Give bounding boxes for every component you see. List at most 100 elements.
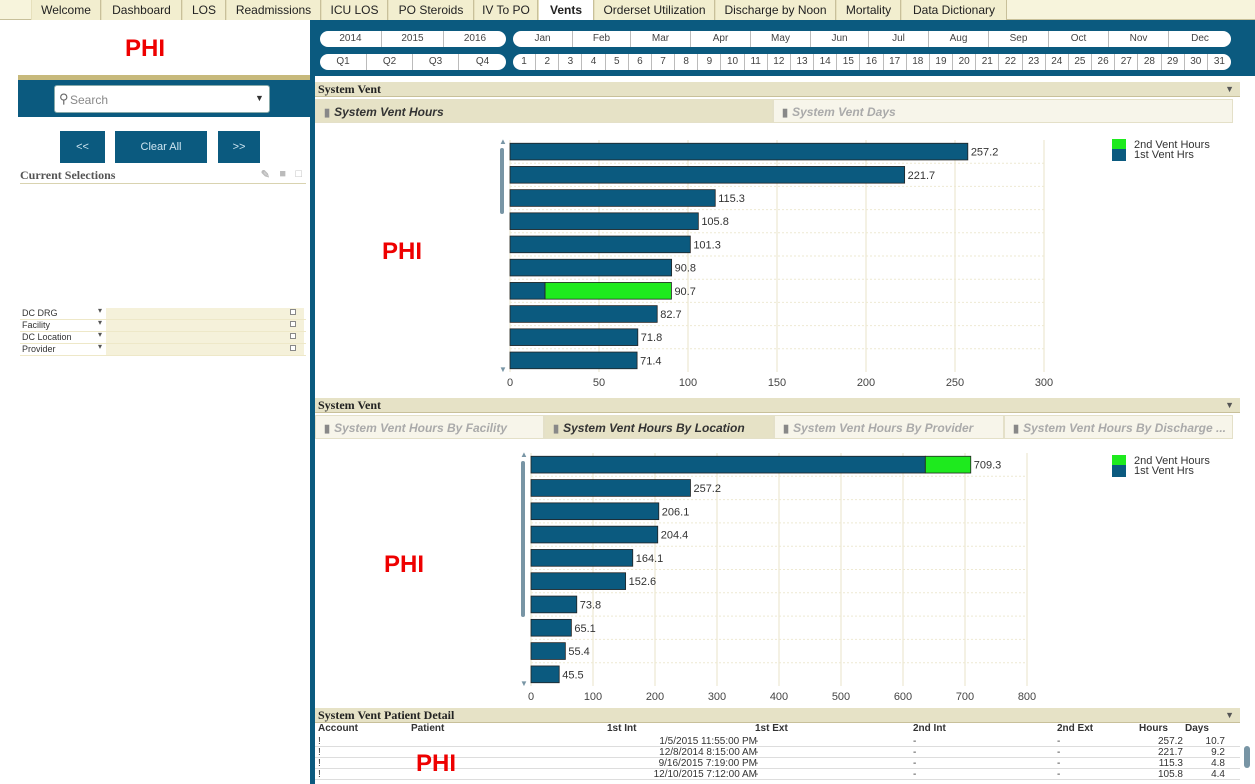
column-header[interactable]: Hours xyxy=(1139,723,1168,734)
scroll-up-icon[interactable]: ▲ xyxy=(520,450,528,459)
day-29[interactable]: 29 xyxy=(1162,54,1185,70)
tab-welcome[interactable]: Welcome xyxy=(31,0,101,20)
day-17[interactable]: 17 xyxy=(884,54,907,70)
checkbox[interactable] xyxy=(290,345,296,351)
filter-dc-drg[interactable]: DC DRG ▾ xyxy=(20,306,306,320)
scroll-down-icon[interactable]: ▼ xyxy=(499,365,507,374)
bar[interactable] xyxy=(509,142,969,161)
year-2015[interactable]: 2015 xyxy=(382,31,444,47)
chevron-down-icon[interactable]: ▾ xyxy=(98,306,102,315)
column-header[interactable]: Patient xyxy=(411,723,444,734)
bar[interactable] xyxy=(509,305,658,323)
day-30[interactable]: 30 xyxy=(1185,54,1208,70)
bar[interactable] xyxy=(530,455,926,474)
tab-vent-hours-by-provider[interactable]: ▮ System Vent Hours By Provider xyxy=(774,415,1004,439)
bar[interactable] xyxy=(530,618,572,637)
day-9[interactable]: 9 xyxy=(698,54,722,70)
bar[interactable] xyxy=(530,549,634,567)
bar[interactable] xyxy=(509,328,639,346)
column-header[interactable]: Days xyxy=(1185,723,1209,734)
tab-po-steroids[interactable]: PO Steroids xyxy=(388,0,474,20)
tab-data-dictionary[interactable]: Data Dictionary xyxy=(901,0,1007,20)
day-2[interactable]: 2 xyxy=(536,54,560,70)
month-jun[interactable]: Jun xyxy=(811,31,869,47)
clear-all-button[interactable]: Clear All xyxy=(115,131,207,163)
bar[interactable] xyxy=(509,166,906,184)
chart-scrollbar[interactable] xyxy=(500,148,504,214)
quarter-q4[interactable]: Q4 xyxy=(459,54,506,70)
bar[interactable] xyxy=(530,595,578,614)
bar[interactable] xyxy=(544,282,672,300)
day-23[interactable]: 23 xyxy=(1023,54,1046,70)
month-apr[interactable]: Apr xyxy=(691,31,751,47)
day-8[interactable]: 8 xyxy=(675,54,699,70)
filter-value-cell[interactable] xyxy=(106,320,304,331)
bar[interactable] xyxy=(509,212,699,230)
column-header[interactable]: 1st Int xyxy=(607,723,636,734)
bar[interactable] xyxy=(509,189,716,207)
day-10[interactable]: 10 xyxy=(721,54,745,70)
scroll-down-icon[interactable]: ▼ xyxy=(520,679,528,688)
month-feb[interactable]: Feb xyxy=(573,31,631,47)
bar[interactable] xyxy=(530,572,627,590)
tab-vent-hours-by-location[interactable]: ▮ System Vent Hours By Location xyxy=(544,415,774,439)
bar[interactable] xyxy=(924,455,972,474)
lock-icon[interactable]: ■ xyxy=(279,168,286,180)
filter-value-cell[interactable] xyxy=(106,344,304,355)
day-15[interactable]: 15 xyxy=(837,54,861,70)
month-may[interactable]: May xyxy=(751,31,811,47)
tab-readmissions[interactable]: Readmissions xyxy=(226,0,321,20)
tab-icu-los[interactable]: ICU LOS xyxy=(321,0,388,20)
month-oct[interactable]: Oct xyxy=(1049,31,1109,47)
chevron-down-icon[interactable]: ▼ xyxy=(1225,708,1234,723)
next-button[interactable]: >> xyxy=(218,131,260,163)
bar[interactable] xyxy=(530,665,560,684)
day-28[interactable]: 28 xyxy=(1138,54,1162,70)
year-2016[interactable]: 2016 xyxy=(444,31,506,47)
prev-button[interactable]: << xyxy=(60,131,105,163)
bar[interactable] xyxy=(509,282,546,300)
quarter-q1[interactable]: Q1 xyxy=(320,54,367,70)
day-12[interactable]: 12 xyxy=(768,54,791,70)
chevron-down-icon[interactable]: ▼ xyxy=(255,93,264,103)
month-jul[interactable]: Jul xyxy=(869,31,929,47)
day-3[interactable]: 3 xyxy=(559,54,583,70)
tab-mortality[interactable]: Mortality xyxy=(836,0,901,20)
day-31[interactable]: 31 xyxy=(1208,54,1231,70)
day-16[interactable]: 16 xyxy=(860,54,884,70)
month-nov[interactable]: Nov xyxy=(1109,31,1169,47)
day-1[interactable]: 1 xyxy=(513,54,537,70)
table-scrollbar[interactable] xyxy=(1244,746,1250,768)
month-jan[interactable]: Jan xyxy=(513,31,573,47)
bar[interactable] xyxy=(509,258,673,277)
day-25[interactable]: 25 xyxy=(1069,54,1093,70)
month-sep[interactable]: Sep xyxy=(989,31,1049,47)
filter-value-cell[interactable] xyxy=(106,332,304,343)
bar[interactable] xyxy=(530,642,566,660)
day-4[interactable]: 4 xyxy=(582,54,606,70)
tab-orderset-utilization[interactable]: Orderset Utilization xyxy=(594,0,715,20)
tab-dashboard[interactable]: Dashboard xyxy=(101,0,182,20)
tab-vent-hours-by-discharge[interactable]: ▮ System Vent Hours By Discharge ... xyxy=(1004,415,1233,439)
chevron-down-icon[interactable]: ▾ xyxy=(98,330,102,339)
day-27[interactable]: 27 xyxy=(1115,54,1139,70)
checkbox[interactable] xyxy=(290,309,296,315)
tab-discharge-by-noon[interactable]: Discharge by Noon xyxy=(715,0,836,20)
day-14[interactable]: 14 xyxy=(814,54,838,70)
month-dec[interactable]: Dec xyxy=(1169,31,1231,47)
quarter-q2[interactable]: Q2 xyxy=(367,54,413,70)
year-2014[interactable]: 2014 xyxy=(320,31,382,47)
checkbox[interactable] xyxy=(290,321,296,327)
day-26[interactable]: 26 xyxy=(1092,54,1116,70)
bar[interactable] xyxy=(530,479,691,497)
filter-value-cell[interactable] xyxy=(106,308,304,319)
tab-los[interactable]: LOS xyxy=(182,0,226,20)
day-24[interactable]: 24 xyxy=(1046,54,1069,70)
day-6[interactable]: 6 xyxy=(629,54,652,70)
day-20[interactable]: 20 xyxy=(953,54,977,70)
filter-dc-location[interactable]: DC Location ▾ xyxy=(20,330,306,344)
chevron-down-icon[interactable]: ▼ xyxy=(1225,82,1234,97)
chevron-down-icon[interactable]: ▾ xyxy=(98,318,102,327)
day-22[interactable]: 22 xyxy=(999,54,1023,70)
day-5[interactable]: 5 xyxy=(606,54,629,70)
